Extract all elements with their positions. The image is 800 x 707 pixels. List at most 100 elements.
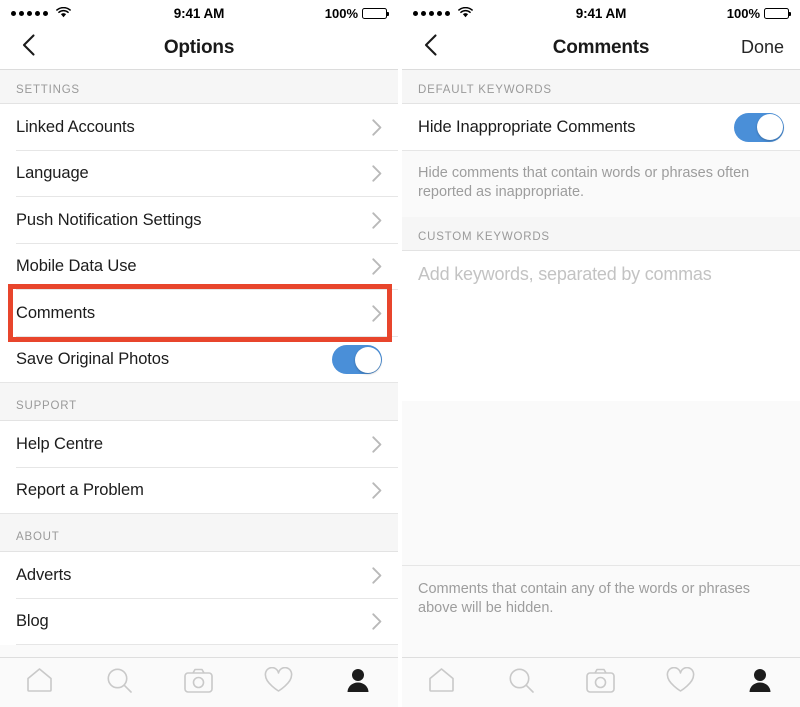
status-bar-time: 9:41 AM [173,5,225,21]
search-icon [508,667,535,699]
chevron-right-icon [372,212,382,229]
bottom-spacer [402,619,800,657]
row-blog[interactable]: Blog [0,598,398,645]
status-bar-right: 9:41 AM 100% [402,0,800,26]
tab-camera[interactable] [159,658,239,707]
options-list: SETTINGS Linked Accounts Language Push N… [0,70,398,657]
row-save-original-photos[interactable]: Save Original Photos [0,336,398,383]
search-icon [106,667,133,699]
row-help-centre[interactable]: Help Centre [0,421,398,468]
chevron-right-icon [372,567,382,584]
section-header-default-keywords: DEFAULT KEYWORDS [402,70,800,104]
tab-profile[interactable] [720,658,800,707]
tab-activity[interactable] [641,658,721,707]
battery-full-icon [362,7,390,19]
status-bar-left: 9:41 AM 100% [0,0,398,26]
row-label: Comments [16,303,95,322]
options-screen: 9:41 AM 100% Options SETTINGS Linked Acc… [0,0,398,707]
row-label: Blog [16,612,49,631]
row-push-notification-settings[interactable]: Push Notification Settings [0,197,398,244]
custom-keywords-input[interactable]: Add keywords, separated by commas [402,250,800,401]
status-bar-left-group [11,6,174,21]
row-label: Adverts [16,565,72,584]
nav-bar-comments: Comments Done [402,26,800,70]
row-report-a-problem[interactable]: Report a Problem [0,467,398,514]
section-header-settings: SETTINGS [0,70,398,104]
row-linked-accounts[interactable]: Linked Accounts [0,104,398,151]
chevron-right-icon [372,165,382,182]
profile-icon [747,667,773,698]
chevron-right-icon [372,482,382,499]
status-bar-time: 9:41 AM [575,5,627,21]
section-header-support: SUPPORT [0,383,398,421]
wifi-icon [458,6,473,21]
tab-home[interactable] [402,658,482,707]
section-header-custom-keywords: CUSTOM KEYWORDS [402,216,800,251]
row-label: Help Centre [16,434,103,453]
battery-percent-label: 100% [324,5,359,21]
heart-icon [264,666,293,698]
settings-section-rows: Linked Accounts Language Push Notificati… [0,104,398,383]
done-button[interactable]: Done [741,37,800,58]
row-label: Report a Problem [16,481,144,500]
signal-strength-icon [413,10,450,16]
signal-strength-icon [11,10,48,16]
section-header-about: ABOUT [0,514,398,552]
row-label: Push Notification Settings [16,210,202,229]
dual-screenshot-container: 9:41 AM 100% Options SETTINGS Linked Acc… [0,0,800,707]
row-hide-inappropriate-comments[interactable]: Hide Inappropriate Comments [402,104,800,151]
chevron-right-icon [372,436,382,453]
home-icon [26,667,53,698]
battery-full-icon [764,7,792,19]
comments-settings-list: DEFAULT KEYWORDS Hide Inappropriate Comm… [402,70,800,657]
back-button[interactable] [0,34,56,61]
row-label: Mobile Data Use [16,257,137,276]
back-button[interactable] [402,34,458,61]
content-spacer [402,400,800,565]
row-label: Linked Accounts [16,117,135,136]
camera-icon [586,668,616,698]
row-comments[interactable]: Comments [0,290,398,337]
tab-profile[interactable] [318,658,398,707]
chevron-right-icon [372,613,382,630]
row-adverts[interactable]: Adverts [0,552,398,599]
status-bar-right-group: 100% [224,5,390,21]
tab-activity[interactable] [239,658,319,707]
save-original-photos-toggle[interactable] [332,345,382,375]
support-section-rows: Help Centre Report a Problem [0,421,398,514]
chevron-right-icon [372,305,382,322]
row-comments-wrapper: Comments [0,284,398,342]
home-icon [428,667,455,698]
chevron-left-icon [424,34,437,61]
status-bar-right-group: 100% [626,5,792,21]
camera-icon [184,668,214,698]
comments-screen: 9:41 AM 100% Comments Done DEFAULT KEYWO… [402,0,800,707]
toggle-knob [354,346,381,373]
toggle-knob [756,114,783,141]
chevron-left-icon [22,34,35,61]
tab-search[interactable] [80,658,160,707]
default-keywords-rows: Hide Inappropriate Comments [402,104,800,151]
profile-icon [345,667,371,698]
tab-bar-left [0,657,398,707]
page-title: Options [163,36,235,58]
default-keywords-description: Hide comments that contain words or phra… [402,150,800,217]
row-label: Save Original Photos [16,350,170,369]
tab-search[interactable] [482,658,562,707]
row-mobile-data-use[interactable]: Mobile Data Use [0,243,398,290]
tab-bar-right [402,657,800,707]
battery-percent-label: 100% [726,5,761,21]
status-bar-left-group [413,6,576,21]
row-label: Hide Inappropriate Comments [418,117,636,136]
nav-bar-options: Options [0,26,398,70]
chevron-right-icon [372,258,382,275]
heart-icon [666,666,695,698]
tab-camera[interactable] [561,658,641,707]
tab-home[interactable] [0,658,80,707]
hide-inappropriate-comments-toggle[interactable] [734,112,784,142]
custom-keywords-placeholder: Add keywords, separated by commas [418,263,712,284]
wifi-icon [56,6,71,21]
row-label: Language [16,164,89,183]
row-language[interactable]: Language [0,150,398,197]
custom-keywords-footer-note: Comments that contain any of the words o… [402,564,800,619]
